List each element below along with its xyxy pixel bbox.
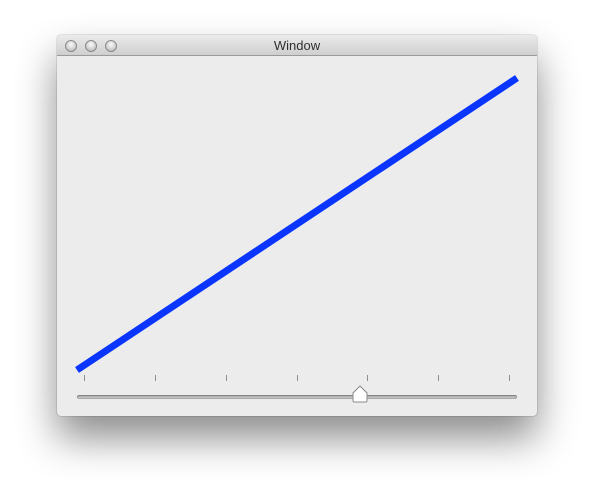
slider-track[interactable] (77, 395, 517, 399)
slider-tick (438, 375, 440, 381)
slider-thumb[interactable] (351, 385, 369, 403)
title-bar: Window (57, 35, 537, 56)
slider-tick (509, 375, 510, 381)
slider-tick (296, 375, 298, 381)
window: Window (57, 35, 537, 416)
horizontal-slider[interactable] (77, 375, 517, 405)
slider-tick (154, 375, 156, 381)
line-canvas (75, 75, 519, 373)
slider-tick (84, 375, 85, 381)
slider-tick (367, 375, 369, 381)
window-title: Window (273, 38, 321, 53)
diagonal-line (75, 75, 519, 373)
slider-tick (225, 375, 227, 381)
